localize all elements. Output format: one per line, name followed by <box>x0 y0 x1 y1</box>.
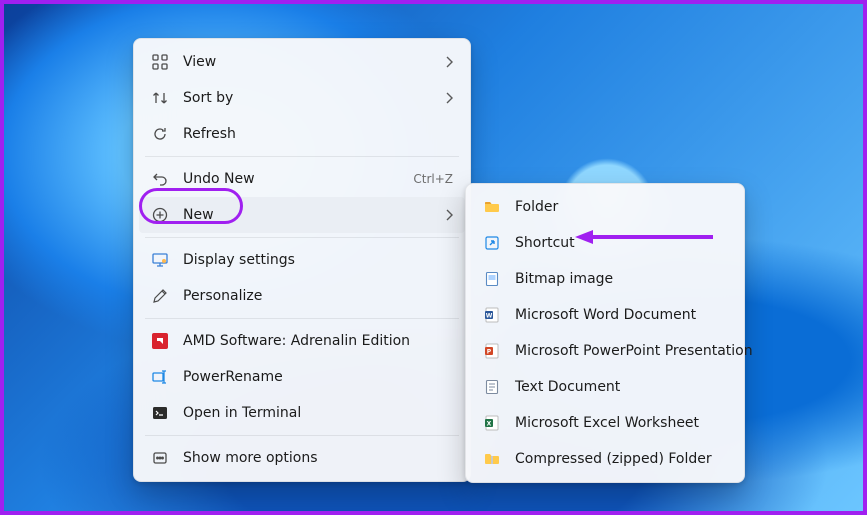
menu-item-amd[interactable]: AMD Software: Adrenalin Edition <box>139 323 465 359</box>
menu-item-personalize[interactable]: Personalize <box>139 278 465 314</box>
menu-item-refresh[interactable]: Refresh <box>139 116 465 152</box>
menu-label: Microsoft Excel Worksheet <box>515 415 727 431</box>
excel-icon: X <box>483 414 501 432</box>
submenu-item-word[interactable]: W Microsoft Word Document <box>471 297 739 333</box>
zip-icon <box>483 450 501 468</box>
personalize-icon <box>151 287 169 305</box>
menu-label: Text Document <box>515 379 727 395</box>
submenu-item-powerpoint[interactable]: P Microsoft PowerPoint Presentation <box>471 333 739 369</box>
menu-item-undo-new[interactable]: Undo New Ctrl+Z <box>139 161 465 197</box>
menu-label: New <box>183 207 437 223</box>
menu-label: View <box>183 54 437 70</box>
submenu-item-excel[interactable]: X Microsoft Excel Worksheet <box>471 405 739 441</box>
menu-label: Shortcut <box>515 235 727 251</box>
submenu-item-zip[interactable]: Compressed (zipped) Folder <box>471 441 739 477</box>
shortcut-icon <box>483 234 501 252</box>
submenu-item-folder[interactable]: Folder <box>471 189 739 225</box>
svg-text:W: W <box>486 313 493 320</box>
refresh-icon <box>151 125 169 143</box>
menu-label: Folder <box>515 199 727 215</box>
submenu-item-shortcut[interactable]: Shortcut <box>471 225 739 261</box>
menu-label: PowerRename <box>183 369 453 385</box>
menu-item-display-settings[interactable]: Display settings <box>139 242 465 278</box>
submenu-item-text[interactable]: Text Document <box>471 369 739 405</box>
word-icon: W <box>483 306 501 324</box>
new-submenu: Folder Shortcut Bitmap image W Microsoft… <box>465 183 745 483</box>
menu-label: Display settings <box>183 252 453 268</box>
menu-label: Refresh <box>183 126 453 142</box>
separator <box>145 435 459 436</box>
menu-item-sort-by[interactable]: Sort by <box>139 80 465 116</box>
desktop-context-menu: View Sort by Refresh Undo New <box>133 38 471 482</box>
separator <box>145 318 459 319</box>
amd-icon <box>151 332 169 350</box>
undo-icon <box>151 170 169 188</box>
bitmap-icon <box>483 270 501 288</box>
sort-icon <box>151 89 169 107</box>
svg-text:P: P <box>487 349 492 356</box>
chevron-right-icon <box>445 209 453 221</box>
chevron-right-icon <box>445 92 453 104</box>
terminal-icon <box>151 404 169 422</box>
separator <box>145 237 459 238</box>
powerrename-icon <box>151 368 169 386</box>
menu-item-new[interactable]: New <box>139 197 465 233</box>
menu-item-show-more[interactable]: Show more options <box>139 440 465 476</box>
menu-label: Compressed (zipped) Folder <box>515 451 727 467</box>
separator <box>145 156 459 157</box>
display-settings-icon <box>151 251 169 269</box>
view-icon <box>151 53 169 71</box>
menu-label: Undo New <box>183 171 401 187</box>
menu-label: Sort by <box>183 90 437 106</box>
svg-text:X: X <box>487 421 492 428</box>
menu-item-open-terminal[interactable]: Open in Terminal <box>139 395 465 431</box>
plus-icon <box>151 206 169 224</box>
accelerator: Ctrl+Z <box>413 172 453 186</box>
folder-icon <box>483 198 501 216</box>
menu-label: Microsoft Word Document <box>515 307 727 323</box>
menu-label: Open in Terminal <box>183 405 453 421</box>
menu-item-powerrename[interactable]: PowerRename <box>139 359 465 395</box>
powerpoint-icon: P <box>483 342 501 360</box>
show-more-icon <box>151 449 169 467</box>
chevron-right-icon <box>445 56 453 68</box>
text-doc-icon <box>483 378 501 396</box>
menu-label: Personalize <box>183 288 453 304</box>
menu-label: Bitmap image <box>515 271 727 287</box>
menu-label: AMD Software: Adrenalin Edition <box>183 333 453 349</box>
menu-label: Microsoft PowerPoint Presentation <box>515 343 753 359</box>
menu-label: Show more options <box>183 450 453 466</box>
menu-item-view[interactable]: View <box>139 44 465 80</box>
submenu-item-bitmap[interactable]: Bitmap image <box>471 261 739 297</box>
